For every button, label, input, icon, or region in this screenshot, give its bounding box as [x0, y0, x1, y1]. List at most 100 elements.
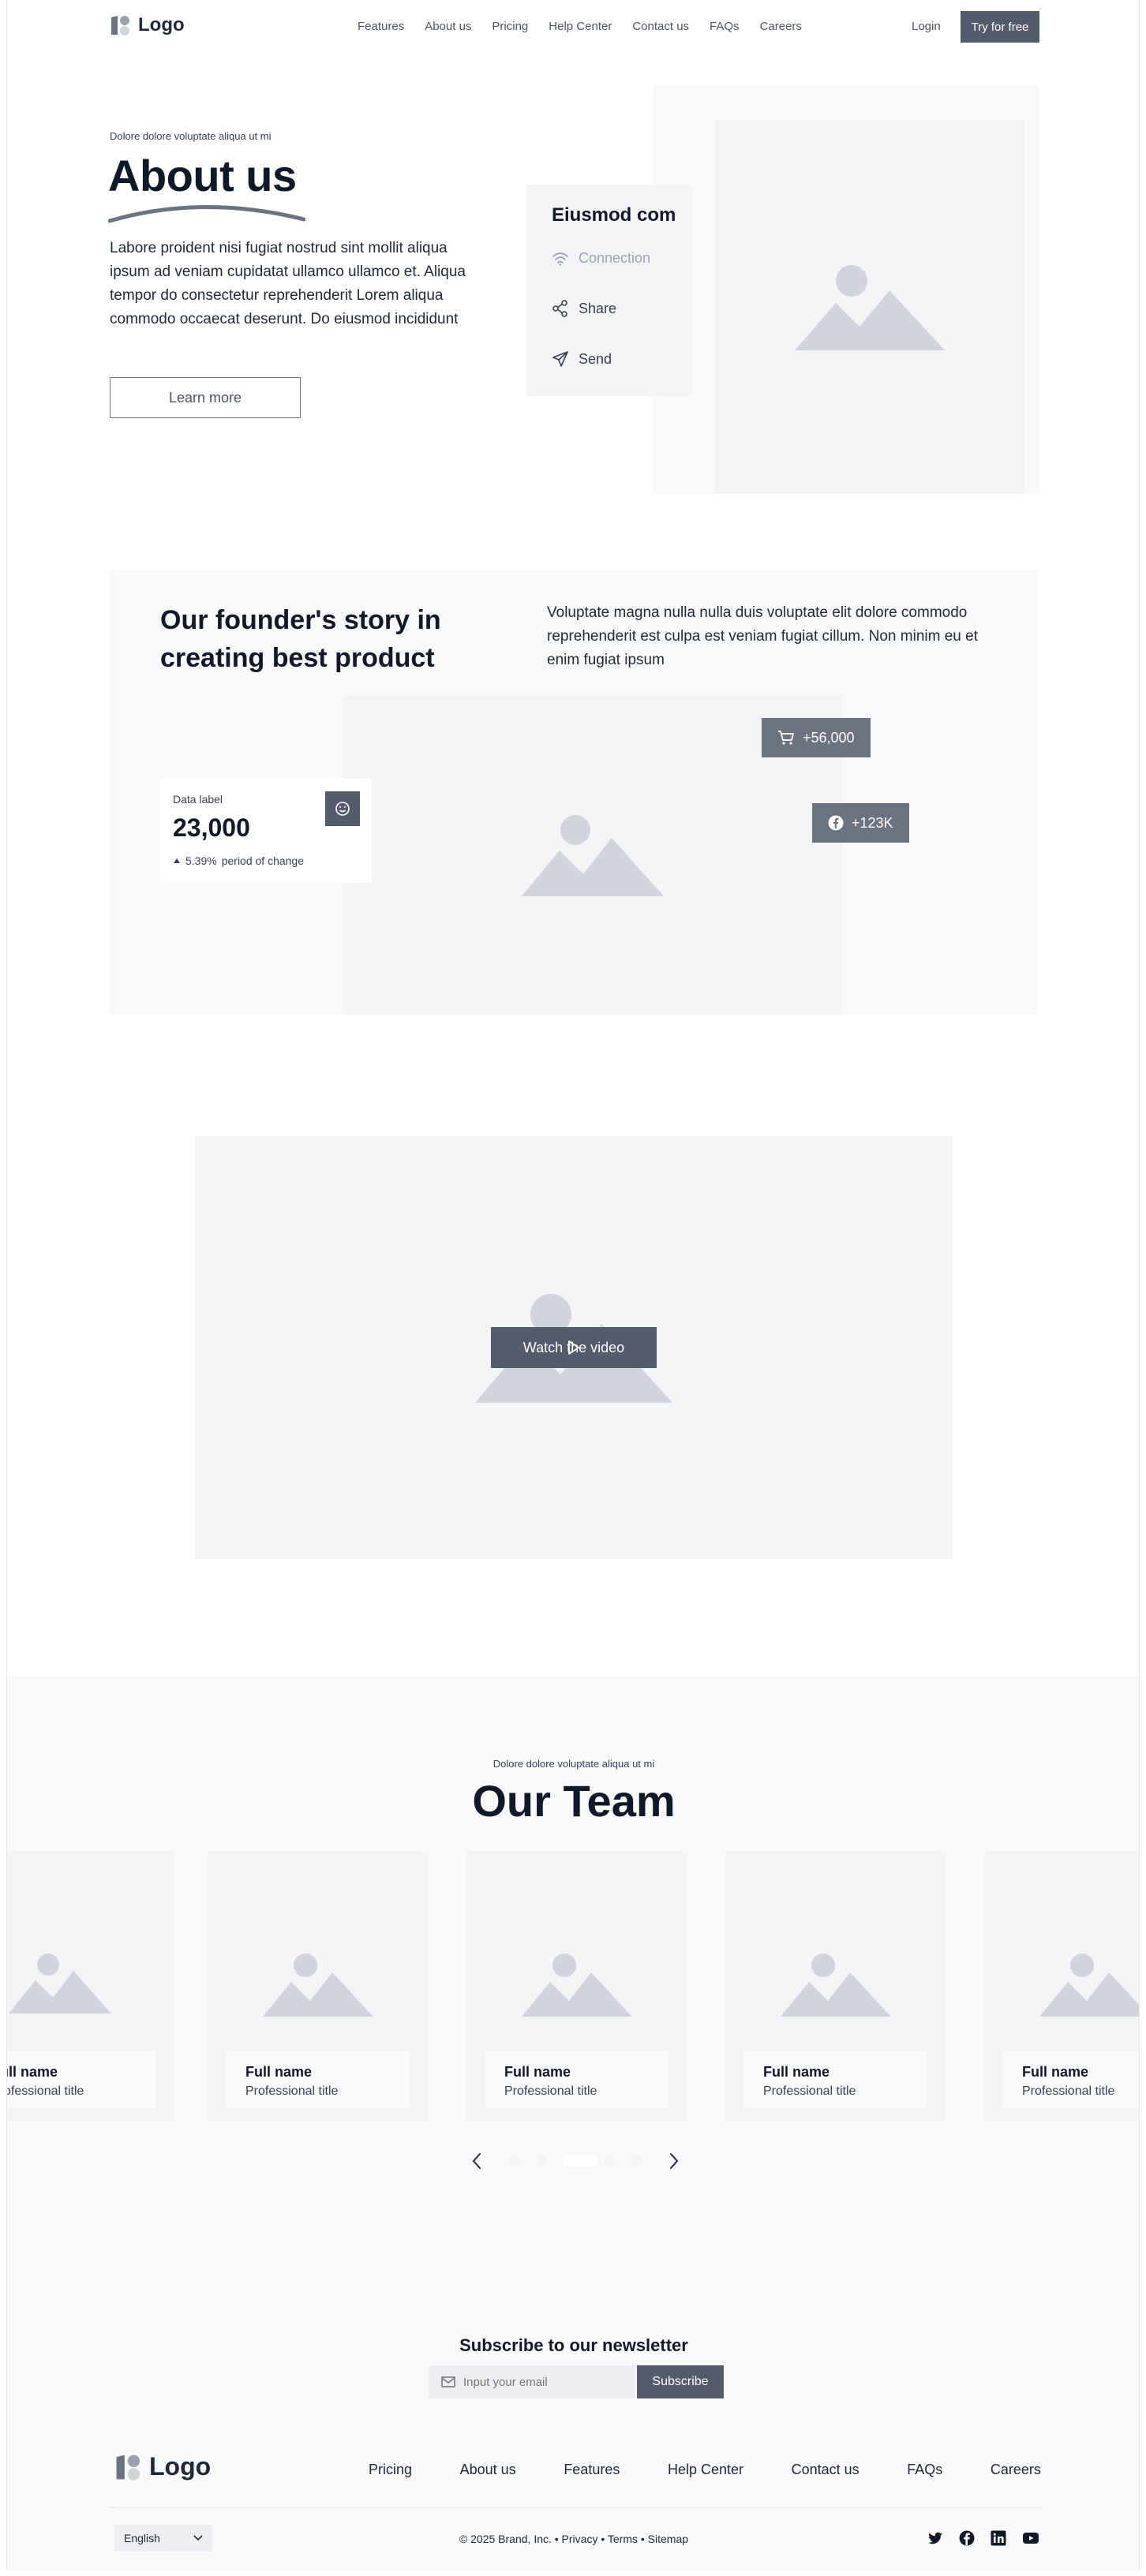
team-title: Our Team [472, 1776, 676, 1826]
member-name: Full name [7, 2064, 58, 2080]
mail-icon [441, 2376, 455, 2387]
hero-option-card: Eiusmod com Connection Share Send [526, 185, 692, 396]
smiley-button[interactable] [325, 791, 360, 826]
share-icon [552, 300, 567, 317]
carousel-dot[interactable] [604, 2155, 615, 2167]
menu-item-connection[interactable]: Connection [552, 250, 650, 267]
facebook-pill: +123K [812, 803, 909, 843]
footer-link-features[interactable]: Features [564, 2462, 620, 2478]
linkedin-icon[interactable] [991, 2530, 1006, 2546]
footer-link-about[interactable]: About us [460, 2462, 516, 2478]
learn-more-button[interactable]: Learn more [110, 377, 301, 418]
footer-logo[interactable]: Logo [114, 2452, 211, 2481]
team-eyebrow: Dolore dolore voluptate aliqua ut mi [492, 1758, 655, 1770]
logo[interactable]: Logo [110, 14, 185, 36]
logo-mark-icon [114, 2453, 143, 2481]
team-section: Dolore dolore voluptate aliqua ut mi Our… [7, 1676, 1139, 2570]
member-name: Full name [504, 2064, 571, 2080]
nav-link-faqs[interactable]: FAQs [710, 20, 740, 33]
chevron-right-icon[interactable] [668, 2152, 680, 2170]
footer-link-help[interactable]: Help Center [668, 2462, 743, 2478]
email-field[interactable] [429, 2365, 635, 2398]
top-nav: Logo Features About us Pricing Help Cent… [7, 0, 1139, 55]
team-member-card[interactable]: Full name Professional title [7, 1851, 174, 2121]
carousel-dot[interactable] [536, 2155, 547, 2167]
member-label: Full name Professional title [7, 2051, 155, 2108]
member-label: Full name Professional title [485, 2051, 668, 2108]
menu-item-label: Send [579, 350, 612, 367]
founder-body: Voluptate magna nulla nulla duis volupta… [547, 604, 978, 668]
member-label: Full name Professional title [744, 2051, 927, 2108]
stat-change-text: period of change [221, 854, 305, 867]
stat-change: 5.39% period of change [173, 854, 304, 867]
card-title: Eiusmod com [552, 204, 676, 226]
nav-link-careers[interactable]: Careers [760, 20, 802, 33]
member-title: Professional title [1022, 2084, 1115, 2098]
team-member-card[interactable]: Full name Professional title [725, 1851, 946, 2121]
underline-swoosh-icon [108, 205, 305, 223]
facebook-icon [828, 815, 844, 831]
hero-eyebrow: Dolore dolore voluptate aliqua ut mi [110, 130, 272, 142]
nav-link-pricing[interactable]: Pricing [492, 20, 528, 33]
member-title: Professional title [245, 2084, 339, 2098]
twitter-icon[interactable] [927, 2530, 943, 2546]
member-label: Full name Professional title [1003, 2051, 1139, 2108]
nav-link-help[interactable]: Help Center [549, 20, 612, 33]
try-for-free-button[interactable]: Try for free [961, 11, 1039, 43]
image-placeholder-icon [522, 1953, 632, 2017]
image-placeholder-icon [1039, 1953, 1139, 2017]
chevron-left-icon[interactable] [471, 2152, 482, 2170]
wifi-icon [552, 252, 568, 266]
watch-video-button[interactable]: Watch the video [491, 1327, 657, 1368]
member-label: Full name Professional title [227, 2051, 410, 2108]
footer-links: Pricing About us Features Help Center Co… [369, 2462, 1041, 2478]
menu-item-label: Connection [579, 250, 651, 266]
logo-mark-icon [110, 14, 132, 36]
page: Logo Features About us Pricing Help Cent… [6, 0, 1140, 2570]
cart-icon [778, 731, 794, 745]
email-input[interactable] [463, 2375, 629, 2389]
login-link[interactable]: Login [912, 20, 941, 33]
data-stat-card: Data label 23,000 5.39% period of change [160, 779, 372, 883]
menu-item-label: Share [579, 300, 617, 316]
team-member-card[interactable]: Full name Professional title [208, 1851, 429, 2121]
image-placeholder-icon [795, 265, 945, 350]
subscribe-button[interactable]: Subscribe [637, 2365, 724, 2398]
footer-link-contact[interactable]: Contact us [792, 2462, 860, 2478]
founder-section: Our founder's story in creating best pro… [110, 570, 1038, 1015]
member-title: Professional title [7, 2084, 84, 2098]
facebook-icon[interactable] [959, 2530, 975, 2546]
cart-pill-value: +56,000 [803, 729, 855, 746]
footer-link-careers[interactable]: Careers [991, 2462, 1041, 2478]
carousel-dot-active[interactable] [563, 2155, 597, 2167]
footer-divider [110, 2507, 1041, 2508]
nav-links: Features About us Pricing Help Center Co… [358, 20, 802, 33]
member-title: Professional title [504, 2084, 597, 2098]
member-name: Full name [1022, 2064, 1089, 2080]
team-member-card[interactable]: Full name Professional title [466, 1851, 687, 2121]
menu-item-send[interactable]: Send [552, 350, 612, 368]
image-placeholder-icon [9, 1953, 111, 2013]
video-thumbnail[interactable]: Watch the video [195, 1136, 953, 1559]
team-member-card[interactable]: Full name Professional title [984, 1851, 1139, 2121]
hero-image [714, 120, 1025, 494]
nav-link-contact[interactable]: Contact us [632, 20, 689, 33]
stat-label: Data label [173, 793, 223, 806]
footer-link-faqs[interactable]: FAQs [907, 2462, 942, 2478]
image-placeholder-icon [522, 815, 664, 896]
youtube-icon[interactable] [1022, 2530, 1039, 2546]
newsletter-title: Subscribe to our newsletter [459, 2335, 688, 2355]
stat-change-value: 5.39% [185, 854, 217, 867]
nav-link-about[interactable]: About us [425, 20, 471, 33]
footer-link-pricing[interactable]: Pricing [369, 2462, 412, 2478]
play-icon [568, 1340, 579, 1355]
image-placeholder-icon [781, 1953, 891, 2017]
carousel-dot[interactable] [509, 2155, 520, 2167]
nav-link-features[interactable]: Features [358, 20, 404, 33]
hero-title: About us [108, 151, 297, 200]
carousel-dot[interactable] [631, 2155, 642, 2167]
member-name: Full name [763, 2064, 830, 2080]
menu-item-share[interactable]: Share [552, 300, 616, 317]
cart-pill: +56,000 [762, 718, 871, 757]
stat-value: 23,000 [173, 813, 250, 842]
